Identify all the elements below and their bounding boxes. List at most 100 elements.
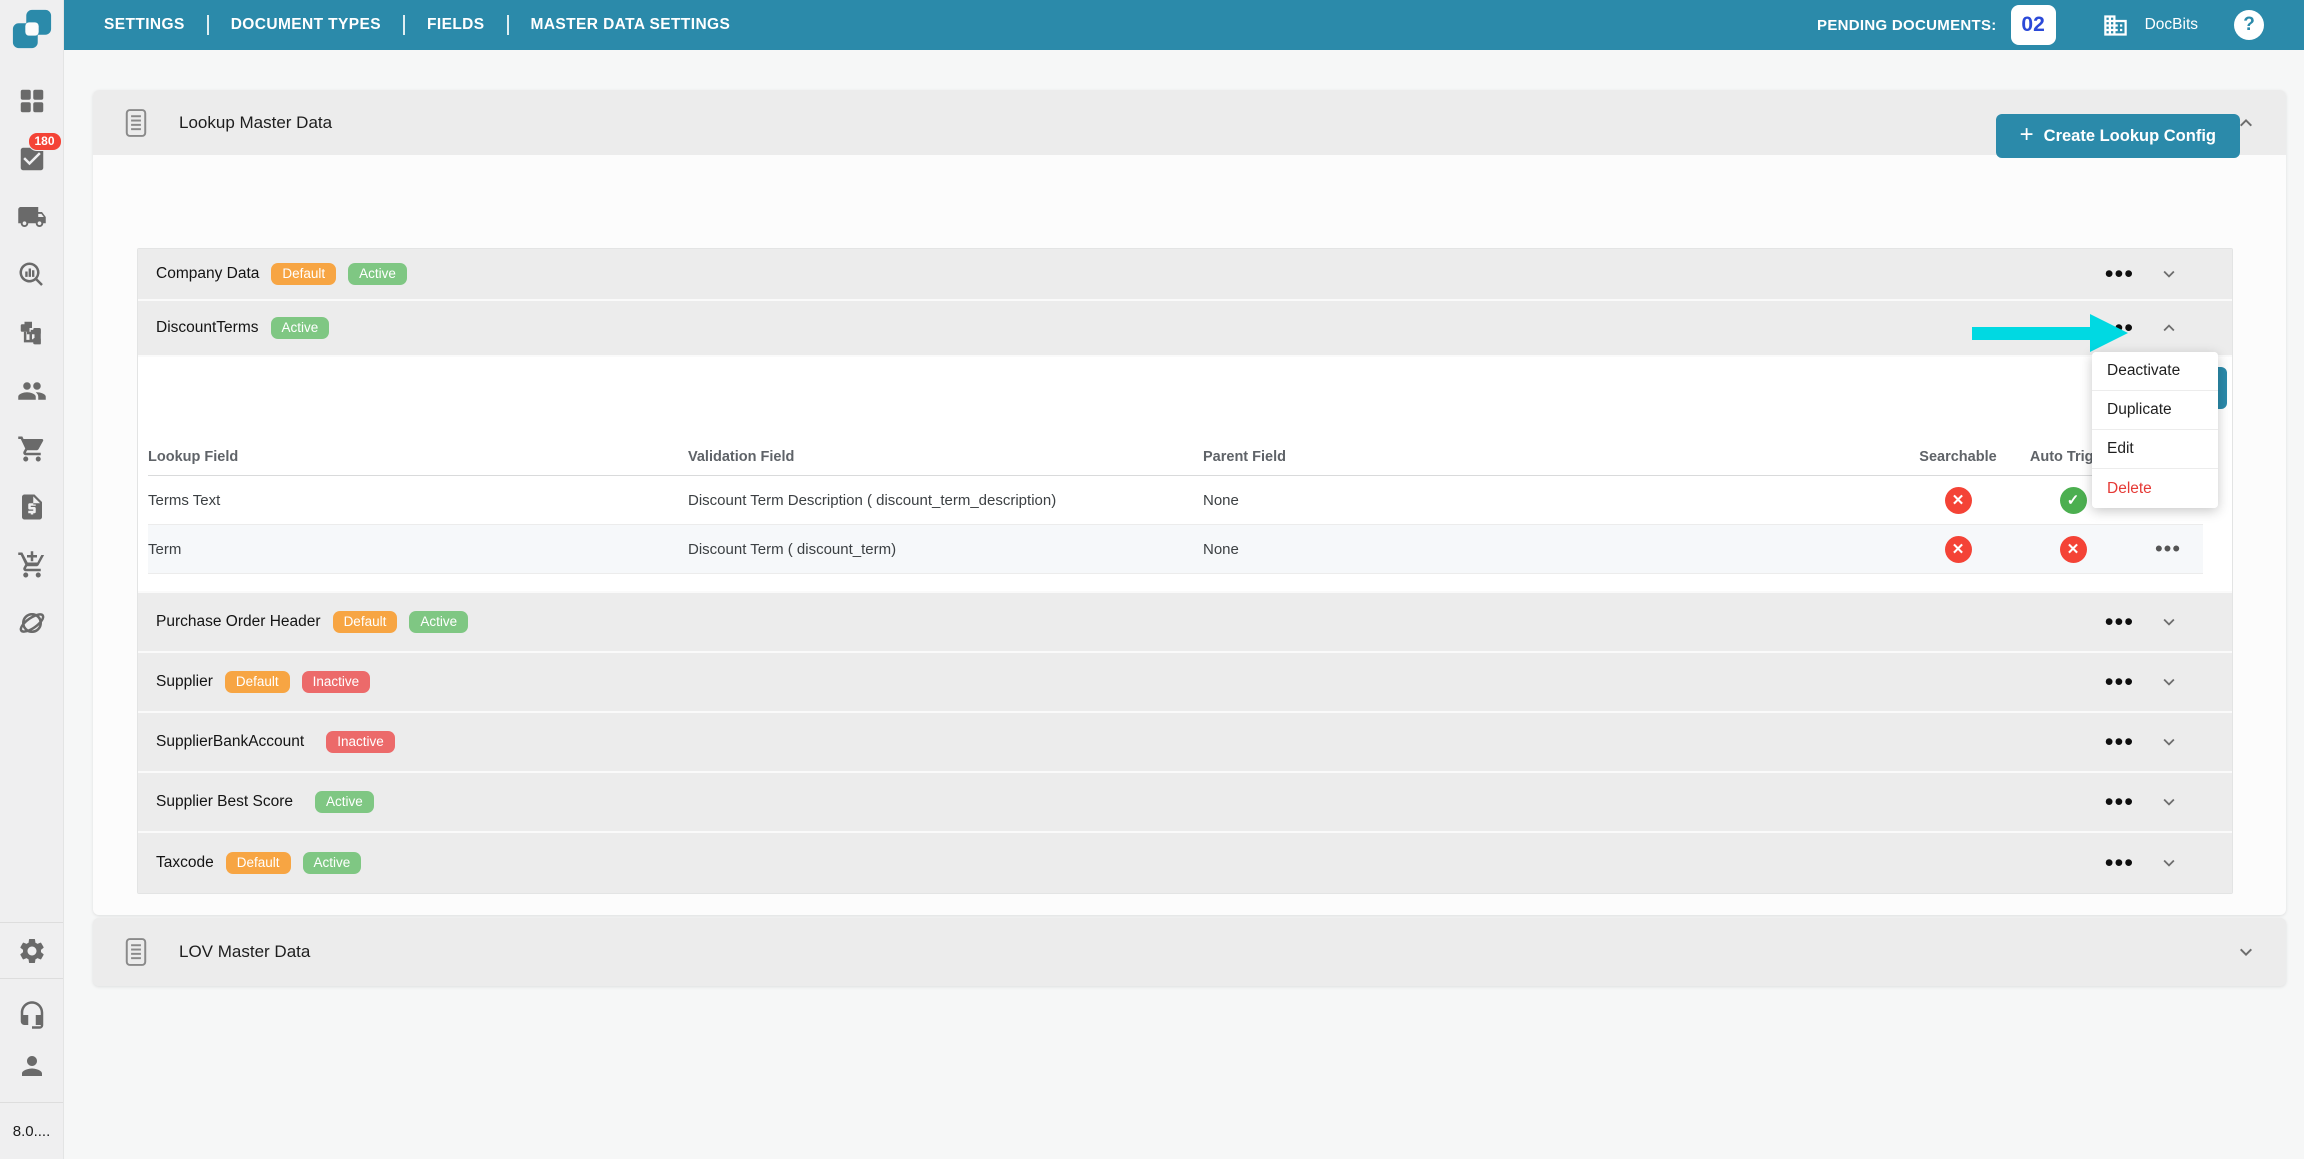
config-row-supplier-best-score[interactable]: Supplier Best Score Active ••• bbox=[138, 773, 2232, 833]
status-cross-icon: ✕ bbox=[1945, 536, 1972, 563]
validation-field-value: Discount Term ( discount_term) bbox=[688, 541, 1203, 558]
menu-item-edit[interactable]: Edit bbox=[2092, 430, 2218, 469]
lookup-master-data-panel: Lookup Master Data + Create Lookup Confi… bbox=[93, 90, 2286, 915]
status-badge: Default bbox=[225, 671, 290, 694]
sidebar-bottom-group: 8.0.... bbox=[0, 922, 63, 1159]
chevron-down-icon[interactable] bbox=[2158, 791, 2180, 813]
col-header-searchable: Searchable bbox=[1903, 449, 2013, 465]
status-badge: Default bbox=[333, 611, 398, 634]
dashboard-grid-icon[interactable] bbox=[17, 86, 47, 116]
status-badge: Default bbox=[271, 263, 336, 286]
menu-item-delete[interactable]: Delete bbox=[2092, 469, 2218, 508]
status-badge: Active bbox=[315, 791, 374, 814]
nav-fields[interactable]: FIELDS bbox=[423, 10, 489, 40]
chevron-down-icon[interactable] bbox=[2158, 731, 2180, 753]
status-badge: Active bbox=[303, 852, 362, 875]
analytics-search-icon[interactable] bbox=[17, 260, 47, 290]
lookup-panel-title: Lookup Master Data bbox=[179, 113, 332, 133]
lookup-fields-table: Lookup Field Validation Field Parent Fie… bbox=[148, 439, 2203, 574]
user-profile-icon[interactable] bbox=[17, 1051, 47, 1081]
create-lookup-config-button[interactable]: + Create Lookup Config bbox=[1996, 114, 2240, 158]
company-building-icon[interactable] bbox=[2102, 12, 2129, 39]
chevron-down-icon[interactable] bbox=[2158, 611, 2180, 633]
config-row-supplier[interactable]: Supplier Default Inactive ••• bbox=[138, 653, 2232, 713]
col-header-lookup-field: Lookup Field bbox=[148, 449, 688, 465]
parent-field-value: None bbox=[1203, 492, 1903, 509]
status-badge: Active bbox=[271, 317, 330, 340]
config-row-supplierbankaccount[interactable]: SupplierBankAccount Inactive ••• bbox=[138, 713, 2232, 773]
table-row: Terms Text Discount Term Description ( d… bbox=[148, 476, 2203, 525]
lookup-field-value: Terms Text bbox=[148, 492, 688, 509]
settings-gear-icon[interactable] bbox=[17, 936, 47, 966]
cart-add-icon[interactable] bbox=[17, 550, 47, 580]
config-name: Taxcode bbox=[154, 854, 214, 872]
nav-separator bbox=[403, 15, 405, 35]
discountterms-expanded-section: Lookup Field Validation Field Parent Fie… bbox=[138, 357, 2232, 593]
pending-documents-count[interactable]: 02 bbox=[2011, 5, 2056, 45]
nav-master-data-settings[interactable]: MASTER DATA SETTINGS bbox=[527, 10, 735, 40]
pending-documents-label: PENDING DOCUMENTS: bbox=[1817, 17, 1997, 34]
help-icon[interactable]: ? bbox=[2234, 10, 2264, 40]
lov-panel-title: LOV Master Data bbox=[179, 942, 310, 962]
status-badge: Active bbox=[409, 611, 468, 634]
config-row-discountterms[interactable]: DiscountTerms Active ••• bbox=[138, 301, 2232, 357]
validation-field-value: Discount Term Description ( discount_ter… bbox=[688, 492, 1203, 509]
row-context-menu: Deactivate Duplicate Edit Delete bbox=[2092, 352, 2218, 508]
col-header-validation-field: Validation Field bbox=[688, 449, 1203, 465]
table-row: Term Discount Term ( discount_term) None… bbox=[148, 525, 2203, 574]
config-name: DiscountTerms bbox=[154, 319, 259, 337]
nav-settings[interactable]: SETTINGS bbox=[100, 10, 189, 40]
help-glyph: ? bbox=[2243, 14, 2255, 36]
sidebar-icon-stack: 180 bbox=[0, 86, 63, 638]
docbits-logo-icon[interactable] bbox=[11, 7, 53, 51]
topbar-right-group: PENDING DOCUMENTS: 02 DocBits ? bbox=[1817, 5, 2264, 45]
notification-count-badge: 180 bbox=[28, 132, 62, 151]
lookup-config-list: Company Data Default Active ••• Discount… bbox=[137, 248, 2233, 894]
users-icon[interactable] bbox=[17, 376, 47, 406]
shopping-cart-icon[interactable] bbox=[17, 434, 47, 464]
chevron-down-icon[interactable] bbox=[2158, 263, 2180, 285]
left-sidebar: 180 bbox=[0, 0, 64, 1159]
document-lines-icon bbox=[121, 936, 151, 968]
status-cross-icon: ✕ bbox=[2060, 536, 2087, 563]
nav-separator bbox=[207, 15, 209, 35]
status-badge: Inactive bbox=[302, 671, 371, 694]
col-header-parent-field: Parent Field bbox=[1203, 449, 1903, 465]
lookup-panel-header[interactable]: Lookup Master Data bbox=[93, 90, 2286, 155]
chevron-down-icon[interactable] bbox=[2158, 852, 2180, 874]
nav-separator bbox=[507, 15, 509, 35]
lookup-field-value: Term bbox=[148, 541, 688, 558]
config-row-company-data[interactable]: Company Data Default Active ••• bbox=[138, 249, 2232, 301]
orbit-globe-icon[interactable] bbox=[17, 608, 47, 638]
status-cross-icon: ✕ bbox=[1945, 487, 1972, 514]
status-badge: Default bbox=[226, 852, 291, 875]
workflow-tree-icon[interactable] bbox=[17, 318, 47, 348]
config-row-taxcode[interactable]: Taxcode Default Active ••• bbox=[138, 833, 2232, 893]
tasks-check-icon[interactable]: 180 bbox=[17, 144, 47, 174]
parent-field-value: None bbox=[1203, 541, 1903, 558]
chevron-up-icon[interactable] bbox=[2158, 317, 2180, 339]
menu-item-duplicate[interactable]: Duplicate bbox=[2092, 391, 2218, 430]
lov-master-data-panel: LOV Master Data bbox=[93, 918, 2286, 986]
create-lookup-config-label: Create Lookup Config bbox=[2044, 127, 2216, 146]
document-lines-icon bbox=[121, 107, 151, 139]
chevron-down-icon[interactable] bbox=[2234, 940, 2258, 964]
nav-document-types[interactable]: DOCUMENT TYPES bbox=[227, 10, 385, 40]
status-badge: Active bbox=[348, 263, 407, 286]
main-nav: SETTINGS DOCUMENT TYPES FIELDS MASTER DA… bbox=[100, 10, 734, 40]
config-row-purchase-order-header[interactable]: Purchase Order Header Default Active ••• bbox=[138, 593, 2232, 653]
config-name: Supplier bbox=[154, 673, 213, 691]
version-label: 8.0.... bbox=[13, 1123, 51, 1140]
lov-panel-header[interactable]: LOV Master Data bbox=[93, 918, 2286, 986]
shipping-truck-icon[interactable] bbox=[17, 202, 47, 232]
plus-icon: + bbox=[2020, 123, 2034, 147]
brand-label: DocBits bbox=[2145, 16, 2198, 34]
support-headset-icon[interactable] bbox=[17, 1000, 47, 1030]
invoice-document-icon[interactable] bbox=[17, 492, 47, 522]
top-navigation-bar: SETTINGS DOCUMENT TYPES FIELDS MASTER DA… bbox=[64, 0, 2304, 50]
config-name: SupplierBankAccount bbox=[154, 733, 304, 751]
status-check-icon: ✓ bbox=[2060, 487, 2087, 514]
config-name: Purchase Order Header bbox=[154, 613, 321, 631]
chevron-down-icon[interactable] bbox=[2158, 671, 2180, 693]
menu-item-deactivate[interactable]: Deactivate bbox=[2092, 352, 2218, 391]
